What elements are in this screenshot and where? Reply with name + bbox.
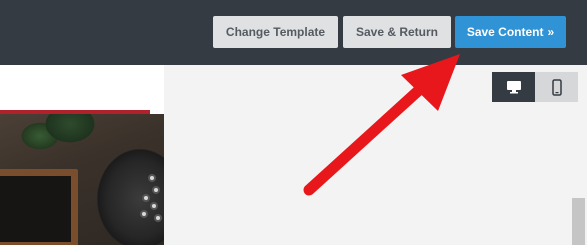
save-content-button[interactable]: Save Content » — [455, 16, 566, 48]
desktop-view-button[interactable] — [492, 72, 535, 102]
change-template-button[interactable]: Change Template — [213, 16, 338, 48]
device-view-toggle — [492, 72, 578, 102]
letterboard-frame — [0, 169, 78, 245]
editor-toolbar: Change Template Save & Return Save Conte… — [0, 0, 587, 65]
hero-image — [0, 114, 164, 245]
save-content-label: Save Content — [466, 25, 544, 39]
save-and-return-label: Save & Return — [355, 25, 439, 39]
template-editor: Change Template Save & Return Save Conte… — [0, 0, 587, 245]
mobile-phone-icon — [551, 78, 562, 96]
double-chevron-right-icon: » — [547, 25, 555, 39]
mobile-view-button[interactable] — [535, 72, 578, 102]
change-template-label: Change Template — [225, 25, 326, 39]
scrollbar-thumb[interactable] — [572, 198, 585, 245]
page-preview — [0, 65, 164, 245]
save-and-return-button[interactable]: Save & Return — [343, 16, 451, 48]
desktop-monitor-icon — [506, 81, 521, 94]
